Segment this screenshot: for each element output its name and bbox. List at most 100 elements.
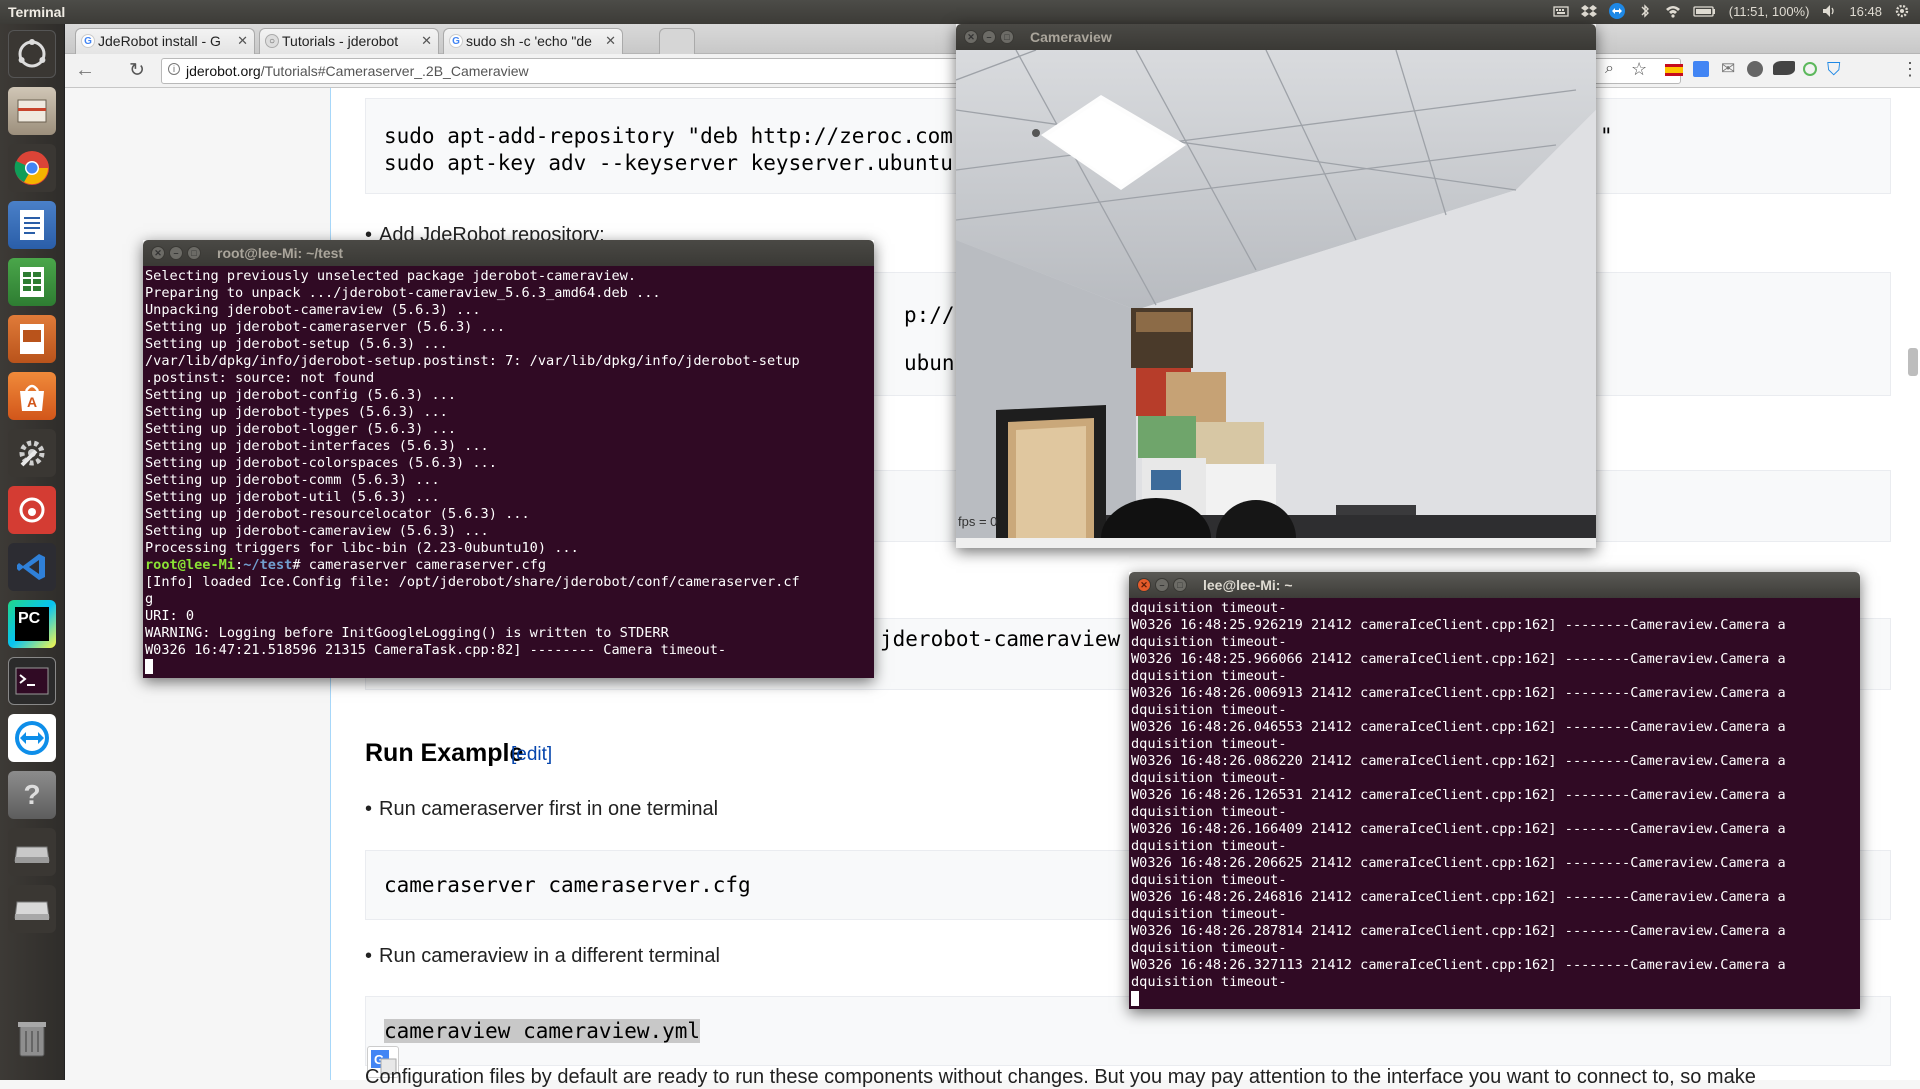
writer-icon[interactable] bbox=[8, 201, 56, 249]
prompt-sep: : bbox=[235, 557, 244, 573]
section-heading: Run Example bbox=[365, 739, 524, 767]
close-icon[interactable]: ✕ bbox=[237, 33, 248, 49]
software-center-icon[interactable]: A bbox=[8, 372, 56, 420]
battery-status[interactable]: (11:51, 100%) bbox=[1729, 4, 1810, 19]
terminal-line: Setting up jderobot-logger (5.6.3) ... bbox=[145, 421, 456, 437]
edit-link-text[interactable]: edit bbox=[516, 744, 547, 765]
bullet-run-server: Run cameraserver first in one terminal bbox=[365, 798, 718, 821]
terminal-line: dquisition timeout- bbox=[1131, 634, 1287, 650]
bookmark-star-icon[interactable]: ☆ bbox=[1631, 59, 1647, 80]
tab-jderobot-install[interactable]: G JdeRobot install - G ✕ bbox=[75, 28, 255, 54]
terminal-line: dquisition timeout- bbox=[1131, 804, 1287, 820]
ubuntu-dash-icon[interactable] bbox=[8, 30, 56, 78]
terminal-line: Setting up jderobot-config (5.6.3) ... bbox=[145, 387, 456, 403]
minimize-icon[interactable]: – bbox=[1155, 578, 1169, 592]
window-title: root@lee-Mi: ~/test bbox=[217, 245, 344, 261]
edit-link[interactable]: [edit] bbox=[511, 744, 552, 766]
terminal-line: W0326 16:48:26.126531 21412 cameraIceCli… bbox=[1131, 787, 1786, 803]
terminal-line: dquisition timeout- bbox=[1131, 872, 1287, 888]
close-icon[interactable]: ✕ bbox=[964, 30, 978, 44]
code-line: sudo apt-add-repository "deb http://zero… bbox=[384, 124, 953, 148]
teamviewer-icon[interactable] bbox=[8, 714, 56, 762]
back-arrow-icon[interactable]: ← bbox=[75, 59, 95, 82]
close-icon[interactable]: ✕ bbox=[1137, 578, 1151, 592]
minimize-icon[interactable]: – bbox=[982, 30, 996, 44]
files-icon[interactable] bbox=[8, 87, 56, 135]
terminal-line: Setting up jderobot-util (5.6.3) ... bbox=[145, 489, 440, 505]
calc-icon[interactable] bbox=[8, 258, 56, 306]
netease-music-icon[interactable] bbox=[8, 486, 56, 534]
clock[interactable]: 16:48 bbox=[1849, 4, 1882, 19]
scrollbar-thumb[interactable] bbox=[1908, 348, 1918, 376]
terminal-line: W0326 16:48:26.046553 21412 cameraIceCli… bbox=[1131, 719, 1786, 735]
terminal-line: Setting up jderobot-resourcelocator (5.6… bbox=[145, 506, 530, 522]
terminal-line: W0326 16:48:26.246816 21412 cameraIceCli… bbox=[1131, 889, 1786, 905]
maximize-icon[interactable]: □ bbox=[1173, 578, 1187, 592]
terminal-line: W0326 16:48:26.006913 21412 cameraIceCli… bbox=[1131, 685, 1786, 701]
tab-sudo-search[interactable]: G sudo sh -c 'echo "de ✕ bbox=[443, 28, 623, 54]
close-icon[interactable]: ✕ bbox=[151, 246, 165, 260]
terminal-line: Setting up jderobot-cameraview (5.6.3) .… bbox=[145, 523, 489, 539]
config-paragraph: Configuration files by default are ready… bbox=[365, 1066, 1756, 1088]
drive-icon[interactable] bbox=[8, 885, 56, 933]
top-panel: Terminal (11:51, 100%) 16:48 bbox=[0, 0, 1920, 24]
terminal-line: W0326 16:48:26.206625 21412 cameraIceCli… bbox=[1131, 855, 1786, 871]
window-titlebar[interactable]: ✕ – □ Cameraview bbox=[956, 24, 1596, 50]
chrome-icon[interactable] bbox=[8, 144, 56, 192]
terminal-line: Preparing to unpack .../jderobot-camerav… bbox=[145, 285, 661, 301]
bluetooth-icon[interactable] bbox=[1637, 3, 1653, 19]
power-gear-icon[interactable] bbox=[1894, 3, 1910, 19]
terminal-output[interactable]: Selecting previously unselected package … bbox=[143, 266, 874, 678]
reload-icon[interactable]: ↻ bbox=[129, 59, 145, 82]
close-icon[interactable]: ✕ bbox=[605, 33, 616, 49]
tab-tutorials[interactable]: ○ Tutorials - jderobot ✕ bbox=[259, 28, 439, 54]
terminal-line: dquisition timeout- bbox=[1131, 770, 1287, 786]
drive-icon[interactable] bbox=[8, 828, 56, 876]
trash-icon[interactable] bbox=[8, 1014, 56, 1062]
terminal-prompt-line: root@lee-Mi:~/test# cameraserver cameras… bbox=[145, 557, 872, 574]
spanish-flag-icon[interactable] bbox=[1665, 64, 1683, 76]
terminal-icon[interactable] bbox=[8, 657, 56, 705]
pycharm-icon[interactable]: PC bbox=[8, 600, 56, 648]
extension-shield-icon[interactable]: ⛉ bbox=[1827, 59, 1841, 80]
vscode-icon[interactable] bbox=[8, 543, 56, 591]
translate-extension-icon[interactable] bbox=[1693, 61, 1709, 77]
terminal-line: dquisition timeout- bbox=[1131, 736, 1287, 752]
teamviewer-tray-icon[interactable] bbox=[1608, 3, 1625, 19]
google-favicon-icon: G bbox=[449, 34, 463, 48]
extension-bird-icon[interactable] bbox=[1773, 61, 1795, 75]
impress-icon[interactable] bbox=[8, 315, 56, 363]
system-settings-icon[interactable] bbox=[8, 429, 56, 477]
maximize-icon[interactable]: □ bbox=[187, 246, 201, 260]
window-titlebar[interactable]: ✕ – □ root@lee-Mi: ~/test bbox=[143, 240, 874, 266]
terminal-line: URI: 0 bbox=[145, 608, 195, 624]
keyboard-icon[interactable] bbox=[1553, 3, 1569, 19]
url-path: /Tutorials#Cameraserver_.2B_Cameraview bbox=[260, 63, 529, 79]
fps-label: fps = 0 bbox=[958, 514, 998, 529]
zoom-icon[interactable]: ⌕ bbox=[1605, 60, 1614, 78]
terminal-cursor bbox=[145, 659, 153, 674]
info-icon[interactable]: i bbox=[168, 63, 180, 75]
terminal-line: dquisition timeout- bbox=[1131, 702, 1287, 718]
maximize-icon[interactable]: □ bbox=[1000, 30, 1014, 44]
volume-icon[interactable] bbox=[1821, 3, 1837, 19]
mail-icon[interactable]: ✉ bbox=[1721, 59, 1735, 79]
terminal-cursor bbox=[1131, 991, 1139, 1006]
new-tab-button[interactable] bbox=[659, 28, 695, 54]
dropbox-icon[interactable] bbox=[1580, 3, 1597, 19]
terminal-output[interactable]: dquisition timeout- W0326 16:48:25.926219… bbox=[1129, 598, 1860, 1009]
terminal-line: dquisition timeout- bbox=[1131, 974, 1287, 990]
extension-icon[interactable] bbox=[1747, 61, 1763, 77]
menu-icon[interactable]: ⋮ bbox=[1901, 59, 1919, 80]
terminal-line: Setting up jderobot-setup (5.6.3) ... bbox=[145, 336, 448, 352]
window-titlebar[interactable]: ✕ – □ lee@lee-Mi: ~ bbox=[1129, 572, 1860, 598]
help-icon[interactable]: ? bbox=[8, 771, 56, 819]
minimize-icon[interactable]: – bbox=[169, 246, 183, 260]
terminal-line: Setting up jderobot-colorspaces (5.6.3) … bbox=[145, 455, 497, 471]
wifi-icon[interactable] bbox=[1665, 3, 1681, 19]
battery-icon[interactable] bbox=[1693, 3, 1717, 19]
extension-circle-icon[interactable] bbox=[1803, 62, 1817, 76]
terminal-line: dquisition timeout- bbox=[1131, 906, 1287, 922]
selected-code-text[interactable]: cameraview cameraview.yml bbox=[384, 1019, 701, 1043]
close-icon[interactable]: ✕ bbox=[421, 33, 432, 49]
